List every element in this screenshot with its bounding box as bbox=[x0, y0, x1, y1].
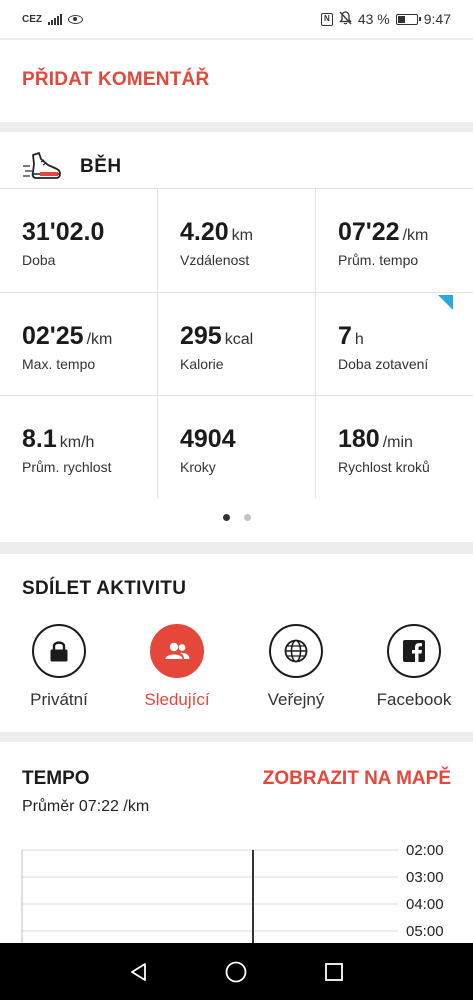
facebook-icon[interactable] bbox=[387, 624, 441, 678]
show-on-map-link[interactable]: ZOBRAZIT NA MAPĚ bbox=[263, 768, 451, 790]
battery-percent: 43 % bbox=[357, 11, 390, 27]
stat-unit: km bbox=[231, 227, 253, 244]
share-card: SDÍLET AKTIVITU Privátní Sledující Veřej… bbox=[0, 554, 473, 732]
share-option-facebook[interactable]: Facebook bbox=[359, 624, 469, 710]
stat-value: 180 bbox=[338, 425, 380, 453]
bell-off-icon bbox=[339, 10, 352, 28]
stat-recovery-time: 7h Doba zotavení bbox=[315, 292, 473, 395]
stat-distance: 4.20 km Vzdálenost bbox=[157, 189, 315, 292]
stat-label: Kalorie bbox=[180, 356, 224, 372]
share-option-public[interactable]: Veřejný bbox=[241, 624, 351, 710]
add-comment-button[interactable]: PŘIDAT KOMENTÁŘ bbox=[22, 69, 209, 91]
lock-icon[interactable] bbox=[32, 624, 86, 678]
clock: 9:47 bbox=[423, 11, 451, 27]
system-nav-bar bbox=[0, 943, 473, 1000]
stat-unit: /km bbox=[86, 331, 113, 348]
stat-value: 4904 bbox=[180, 425, 236, 453]
back-icon[interactable] bbox=[124, 957, 154, 987]
stat-label: Prům. rychlost bbox=[22, 459, 112, 475]
tempo-title: TEMPO bbox=[22, 768, 90, 789]
stat-label: Vzdálenost bbox=[180, 252, 250, 268]
chart-gridlines bbox=[22, 849, 398, 932]
stat-value: 8.1 bbox=[22, 425, 57, 453]
stat-value: 07'22 bbox=[338, 218, 400, 246]
status-bar: CEZ N 43 % 9:47 bbox=[0, 0, 473, 38]
globe-icon[interactable] bbox=[269, 624, 323, 678]
stat-unit: km/h bbox=[59, 434, 95, 451]
share-option-label: Sledující bbox=[144, 690, 210, 709]
tempo-average: Průměr 07:22 /km bbox=[22, 798, 150, 815]
stat-cadence: 180/min Rychlost kroků bbox=[315, 395, 473, 498]
stat-label: Prům. tempo bbox=[338, 252, 419, 268]
stat-unit: /min bbox=[382, 434, 413, 451]
comment-card: PŘIDAT KOMENTÁŘ bbox=[0, 40, 473, 122]
stat-label: Doba bbox=[22, 252, 56, 268]
stat-calories: 295 kcal Kalorie bbox=[157, 292, 315, 395]
running-shoe-icon bbox=[23, 152, 61, 179]
y-tick-label: 04:00 bbox=[406, 896, 444, 913]
followers-icon[interactable] bbox=[150, 624, 204, 678]
stat-steps: 4904 Kroky bbox=[157, 395, 315, 498]
stat-value: 7 bbox=[338, 322, 352, 350]
page-dot-active[interactable] bbox=[222, 514, 230, 521]
tempo-chart: 02:00 03:00 04:00 05:00 bbox=[21, 842, 444, 952]
activity-card: BĚH 31'02.0 Doba 4.20 km Vzdálenost 07'22… bbox=[0, 132, 473, 542]
share-title: SDÍLET AKTIVITU bbox=[22, 578, 187, 599]
share-option-followers[interactable]: Sledující bbox=[122, 624, 232, 710]
stats-grid: 31'02.0 Doba 4.20 km Vzdálenost 07'22/km … bbox=[0, 188, 473, 498]
home-icon[interactable] bbox=[221, 957, 251, 987]
page-indicator[interactable] bbox=[0, 514, 473, 521]
stat-max-pace: 02'25/km Max. tempo bbox=[0, 292, 158, 395]
battery-icon bbox=[395, 13, 421, 25]
stat-label: Doba zotavení bbox=[338, 356, 429, 372]
activity-title: BĚH bbox=[80, 156, 122, 177]
share-option-label: Facebook bbox=[376, 690, 452, 709]
stat-unit: kcal bbox=[224, 331, 254, 348]
stat-label: Max. tempo bbox=[22, 356, 96, 372]
carrier-label: CEZ bbox=[22, 13, 42, 25]
stat-label: Kroky bbox=[180, 459, 216, 475]
recents-icon[interactable] bbox=[319, 957, 349, 987]
nfc-icon: N bbox=[320, 12, 333, 26]
stat-duration: 31'02.0 Doba bbox=[0, 189, 158, 292]
stat-value: 295 bbox=[180, 322, 222, 350]
y-tick-label: 02:00 bbox=[406, 842, 444, 859]
stat-avg-pace: 07'22/km Prům. tempo bbox=[315, 189, 473, 292]
page-dot[interactable] bbox=[243, 514, 251, 521]
y-tick-label: 03:00 bbox=[406, 869, 444, 886]
stat-value: 31'02.0 bbox=[22, 218, 105, 246]
share-option-private[interactable]: Privátní bbox=[4, 624, 114, 710]
stat-label: Rychlost kroků bbox=[338, 459, 430, 475]
stat-avg-speed: 8.1 km/h Prům. rychlost bbox=[0, 395, 158, 498]
eye-icon bbox=[68, 14, 83, 24]
share-option-label: Privátní bbox=[30, 690, 88, 709]
share-option-label: Veřejný bbox=[267, 690, 325, 709]
corner-flag-icon bbox=[438, 295, 453, 310]
y-tick-label: 05:00 bbox=[406, 923, 444, 940]
stat-unit: /km bbox=[402, 227, 429, 244]
stat-value: 02'25 bbox=[22, 322, 84, 350]
signal-icon bbox=[48, 13, 62, 25]
stat-value: 4.20 bbox=[180, 218, 229, 246]
stat-unit: h bbox=[354, 331, 364, 348]
activity-header: BĚH bbox=[22, 150, 122, 184]
